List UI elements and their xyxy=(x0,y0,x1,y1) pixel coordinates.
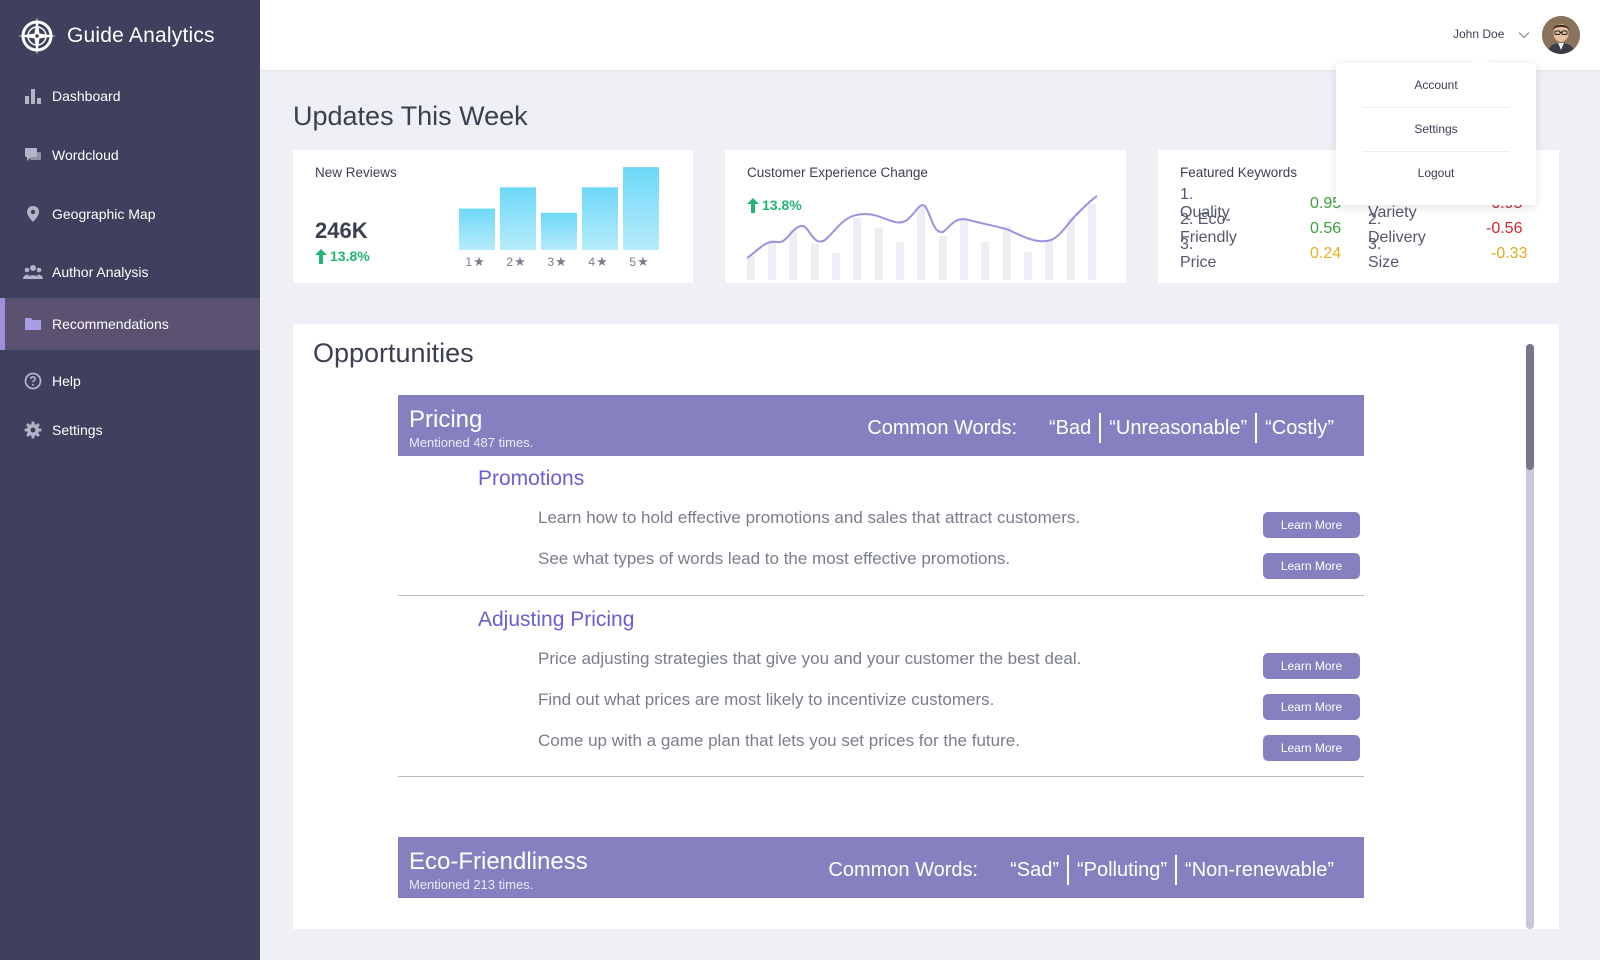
common-word: “Sad” xyxy=(1010,858,1059,881)
keyword-score: -0.56 xyxy=(1486,220,1523,237)
sidebar-item-dashboard[interactable]: Dashboard xyxy=(0,70,260,122)
sidebar-item-label: Recommendations xyxy=(52,316,169,332)
common-words-label: Common Words: xyxy=(867,416,1017,439)
recommendation-text: Price adjusting strategies that give you… xyxy=(538,649,1082,668)
sidebar-item-wordcloud[interactable]: Wordcloud xyxy=(0,129,260,181)
updates-title: Updates This Week xyxy=(293,101,528,131)
common-word: “Costly” xyxy=(1265,416,1334,439)
menu-item-settings[interactable]: Settings xyxy=(1362,107,1510,151)
section-divider xyxy=(398,776,1364,777)
common-words-label: Common Words: xyxy=(828,858,979,881)
gear-icon xyxy=(23,420,43,440)
bar-5-star xyxy=(623,167,659,250)
opportunities-panel: Opportunities Pricing Mentioned 487 time… xyxy=(293,324,1559,929)
learn-more-button[interactable]: Learn More xyxy=(1263,735,1360,761)
experience-sparkline xyxy=(747,195,1098,280)
banner-title: Eco-Friendliness xyxy=(409,848,588,875)
sidebar-item-author-analysis[interactable]: Author Analysis xyxy=(0,246,260,298)
chevron-down-icon[interactable] xyxy=(1517,28,1531,42)
menu-item-account[interactable]: Account xyxy=(1362,63,1510,107)
sidebar-item-geographic-map[interactable]: Geographic Map xyxy=(0,188,260,240)
sidebar-item-label: Author Analysis xyxy=(52,264,149,280)
reviews-change-value: 13.8% xyxy=(330,248,370,264)
user-name[interactable]: John Doe xyxy=(1453,27,1504,41)
banner-title: Pricing xyxy=(409,406,483,433)
sidebar-item-label: Settings xyxy=(52,422,103,438)
bar-4-star xyxy=(582,187,618,250)
banner-mentions: Mentioned 213 times. xyxy=(409,877,534,892)
sidebar-item-settings[interactable]: Settings xyxy=(0,404,260,456)
scrollbar-thumb[interactable] xyxy=(1526,344,1534,470)
learn-more-button[interactable]: Learn More xyxy=(1263,694,1360,720)
section-divider xyxy=(398,595,1364,596)
keyword-score: 0.56 xyxy=(1310,220,1342,237)
learn-more-button[interactable]: Learn More xyxy=(1263,653,1360,679)
tick-label: 5 xyxy=(629,255,636,269)
avatar[interactable] xyxy=(1542,16,1580,54)
recommendation-text: Learn how to hold effective promotions a… xyxy=(538,508,1081,527)
star-icon: ★ xyxy=(473,255,485,270)
eco-friendliness-banner: Eco-Friendliness Mentioned 213 times. Co… xyxy=(398,837,1364,898)
keyword-score: -0.33 xyxy=(1491,245,1528,262)
customer-experience-card: Customer Experience Change 13.8% xyxy=(725,150,1126,283)
opportunities-title: Opportunities xyxy=(313,338,474,368)
brand-name: Guide Analytics xyxy=(67,24,215,47)
common-word: “Non-renewable” xyxy=(1185,858,1334,881)
learn-more-button[interactable]: Learn More xyxy=(1263,512,1360,538)
sidebar-item-recommendations[interactable]: Recommendations xyxy=(0,298,260,350)
comment-icon xyxy=(23,145,43,165)
star-icon: ★ xyxy=(514,255,526,270)
card-title: Featured Keywords xyxy=(1180,165,1298,180)
star-icon: ★ xyxy=(555,255,567,270)
sidebar-item-help[interactable]: Help xyxy=(0,355,260,407)
common-word: “Polluting” xyxy=(1076,858,1168,881)
pricing-banner: Pricing Mentioned 487 times. Common Word… xyxy=(398,395,1364,456)
users-icon xyxy=(23,262,43,282)
bar-chart-icon xyxy=(23,86,43,106)
common-words: Common Words: “Bad “Unreasonable” “Costl… xyxy=(867,413,1342,443)
map-pin-icon xyxy=(23,204,43,224)
sidebar-item-label: Geographic Map xyxy=(52,206,156,222)
bar-3-star xyxy=(541,212,577,250)
tick-label: 1 xyxy=(465,255,472,269)
reviews-count: 246K xyxy=(315,218,368,243)
card-title: Customer Experience Change xyxy=(747,165,928,180)
new-reviews-card: New Reviews 246K 13.8% 1 ★ 2 ★ 3 ★ 4 ★ 5 ★ xyxy=(293,150,693,283)
common-word: “Bad xyxy=(1049,416,1092,439)
menu-item-logout[interactable]: Logout xyxy=(1362,151,1510,195)
recommendation-text: Come up with a game plan that lets you s… xyxy=(538,731,1020,750)
brand[interactable]: Guide Analytics xyxy=(16,14,215,58)
bar-2-star xyxy=(500,187,536,250)
star-icon: ★ xyxy=(637,255,649,270)
sidebar: Guide Analytics Dashboard Wordcloud Geog… xyxy=(0,0,260,960)
banner-mentions: Mentioned 487 times. xyxy=(409,435,534,450)
common-word: “Unreasonable” xyxy=(1109,416,1248,439)
star-icon: ★ xyxy=(596,255,608,270)
folder-icon xyxy=(23,314,43,334)
sidebar-item-label: Wordcloud xyxy=(52,147,119,163)
top-bar xyxy=(260,0,1600,70)
compass-icon xyxy=(18,17,56,55)
common-words: Common Words: “Sad” “Polluting” “Non-ren… xyxy=(828,855,1342,885)
recommendation-text: See what types of words lead to the most… xyxy=(538,549,1011,568)
user-dropdown-menu: Account Settings Logout xyxy=(1336,63,1536,205)
tick-label: 3 xyxy=(547,255,554,269)
keyword-name: 3. Price xyxy=(1180,236,1217,271)
learn-more-button[interactable]: Learn More xyxy=(1263,553,1360,579)
recommendation-text: Find out what prices are most likely to … xyxy=(538,690,995,709)
bar-1-star xyxy=(459,208,495,250)
keyword-name: 3. Size xyxy=(1368,236,1400,271)
keyword-score: 0.24 xyxy=(1310,245,1342,262)
arrow-up-icon xyxy=(315,248,327,264)
card-title: New Reviews xyxy=(315,165,397,180)
reviews-change: 13.8% xyxy=(315,248,370,264)
reviews-bar-chart: 1 ★ 2 ★ 3 ★ 4 ★ 5 ★ xyxy=(459,167,659,270)
adjusting-pricing-title: Adjusting Pricing xyxy=(478,608,635,631)
tick-label: 4 xyxy=(588,255,595,269)
question-icon xyxy=(23,371,43,391)
promotions-title: Promotions xyxy=(478,467,585,490)
sidebar-item-label: Help xyxy=(52,373,81,389)
sidebar-item-label: Dashboard xyxy=(52,88,121,104)
tick-label: 2 xyxy=(506,255,513,269)
